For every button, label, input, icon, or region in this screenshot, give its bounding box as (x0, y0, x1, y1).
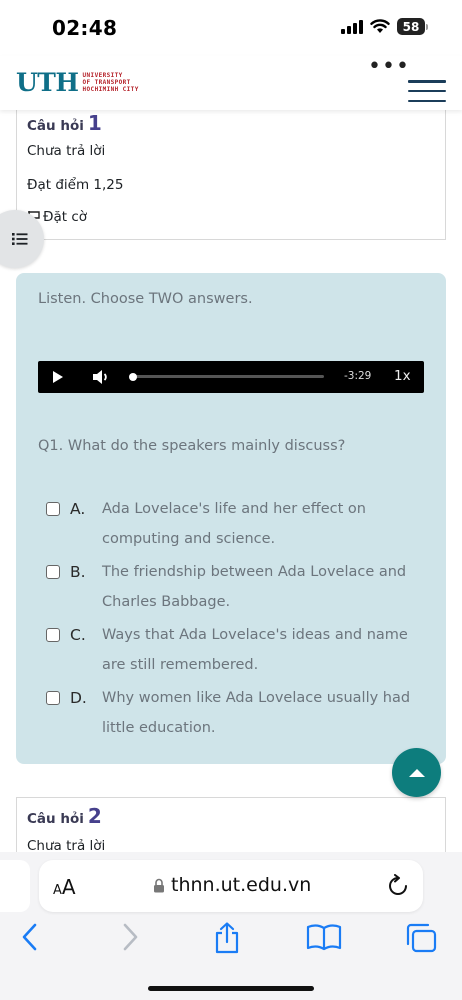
answer-text: Why women like Ada Lovelace usually had … (102, 684, 410, 743)
audio-progress-knob[interactable] (129, 372, 137, 381)
flag-label: Đặt cờ (43, 209, 88, 225)
list-icon (12, 233, 28, 245)
audio-player: -3:29 1x (38, 361, 424, 393)
battery-icon: 58 (397, 18, 428, 35)
status-time: 02:48 (52, 16, 118, 40)
tabs-icon[interactable] (404, 922, 438, 954)
answer-checkbox[interactable] (46, 502, 60, 516)
aa-small: A (53, 883, 62, 898)
logo-line-2: OF TRANSPORT (82, 79, 131, 86)
battery-level: 58 (397, 18, 425, 35)
site-header: UTH UNIVERSITY OF TRANSPORT HOCHIMINH CI… (0, 56, 462, 110)
answer-text: The friendship between Ada Lovelace and … (102, 558, 406, 617)
back-icon[interactable] (20, 922, 40, 952)
logo-mark: UTH (16, 68, 79, 97)
answer-text-line: Ways that Ada Lovelace's ideas and name (102, 627, 408, 643)
answer-text: Ada Lovelace's life and her effect on co… (102, 495, 366, 554)
question-status: Chưa trả lời (27, 143, 106, 159)
answer-text-line: Charles Babbage. (102, 593, 231, 610)
answer-text-line: computing and science. (102, 530, 276, 547)
logo-line-1: UNIVERSITY (82, 72, 123, 79)
answer-option-d[interactable]: D. Why women like Ada Lovelace usually h… (46, 684, 426, 743)
reload-icon[interactable] (387, 874, 409, 898)
question-content: Listen. Choose TWO answers. -3:29 1x Q1.… (16, 273, 446, 764)
page: 02:48 58 UTH UNIVERSITY OF TRANSPORT HOC… (0, 0, 462, 1000)
play-icon[interactable] (52, 370, 64, 384)
answer-checkbox[interactable] (46, 565, 60, 579)
wifi-icon (370, 19, 390, 33)
logo-text: UNIVERSITY OF TRANSPORT HOCHIMINH CITY (83, 72, 139, 93)
question-number: 2 (87, 804, 102, 828)
hamburger-menu-icon[interactable] (408, 80, 446, 102)
home-indicator (148, 986, 314, 991)
answer-letter: D. (70, 689, 87, 707)
browser-toolbar (0, 922, 462, 956)
question-info-card: Câu hỏi 1 Chưa trả lời Đạt điểm 1,25 Đặt… (16, 104, 446, 240)
question-points: Đạt điểm 1,25 (27, 177, 124, 193)
share-icon[interactable] (212, 922, 242, 954)
address-bar[interactable]: AA thnn.ut.edu.vn (39, 860, 423, 912)
scroll-to-top-button[interactable] (392, 748, 441, 797)
reader-settings-button[interactable]: AA (53, 875, 76, 899)
url-text: thnn.ut.edu.vn (171, 874, 312, 896)
answer-checkbox[interactable] (46, 628, 60, 642)
caret-up-icon (408, 768, 425, 777)
hamburger-bar (408, 99, 446, 102)
battery-cap (426, 23, 428, 30)
audio-time-remaining: -3:29 (344, 370, 372, 382)
answer-letter: A. (70, 500, 86, 518)
answer-option-a[interactable]: A. Ada Lovelace's life and her effect on… (46, 495, 426, 554)
question-instruction: Listen. Choose TWO answers. (38, 291, 253, 307)
question-word: Câu hỏi (27, 118, 84, 134)
volume-icon[interactable] (92, 369, 110, 385)
cellular-signal-icon (341, 19, 363, 34)
answer-text-line: Why women like Ada Lovelace usually had (102, 690, 411, 706)
answer-text-line: Ada Lovelace's life and her effect on (102, 501, 366, 517)
answer-letter: C. (70, 626, 86, 644)
question-word: Câu hỏi (27, 811, 84, 827)
answer-checkbox[interactable] (46, 691, 60, 705)
playback-speed-button[interactable]: 1x (394, 368, 411, 384)
answer-text-line: little education. (102, 719, 216, 736)
answer-option-c[interactable]: C. Ways that Ada Lovelace's ideas and na… (46, 621, 426, 680)
answer-text: Ways that Ada Lovelace's ideas and name … (102, 621, 408, 680)
answer-option-b[interactable]: B. The friendship between Ada Lovelace a… (46, 558, 426, 617)
uth-logo[interactable]: UTH UNIVERSITY OF TRANSPORT HOCHIMINH CI… (16, 68, 139, 97)
answer-text-line: are still remembered. (102, 656, 259, 673)
question-number: 1 (87, 111, 102, 135)
lock-icon (154, 878, 164, 892)
bookmarks-icon[interactable] (306, 922, 342, 952)
status-bar: 02:48 58 (0, 0, 462, 56)
question-label: Câu hỏi 2 (27, 804, 102, 828)
url-display[interactable]: thnn.ut.edu.vn (153, 874, 311, 896)
logo-line-3: HOCHIMINH CITY (82, 86, 139, 93)
answer-letter: B. (70, 563, 86, 581)
question-label: Câu hỏi 1 (27, 111, 102, 135)
previous-tab-preview[interactable] (0, 860, 30, 912)
aa-big: A (61, 875, 76, 899)
status-icons: 58 (341, 18, 428, 35)
audio-progress-bar[interactable] (129, 372, 324, 381)
question-text: Q1. What do the speakers mainly discuss? (38, 438, 346, 454)
hamburger-bar (408, 80, 446, 83)
answer-text-line: The friendship between Ada Lovelace and (102, 564, 407, 580)
forward-icon[interactable] (120, 922, 140, 952)
ellipsis-icon[interactable]: ••• (368, 56, 410, 78)
hamburger-bar (408, 89, 446, 93)
browser-bottom-bar: AA thnn.ut.edu.vn (0, 852, 462, 1000)
answer-options: A. Ada Lovelace's life and her effect on… (46, 495, 426, 743)
